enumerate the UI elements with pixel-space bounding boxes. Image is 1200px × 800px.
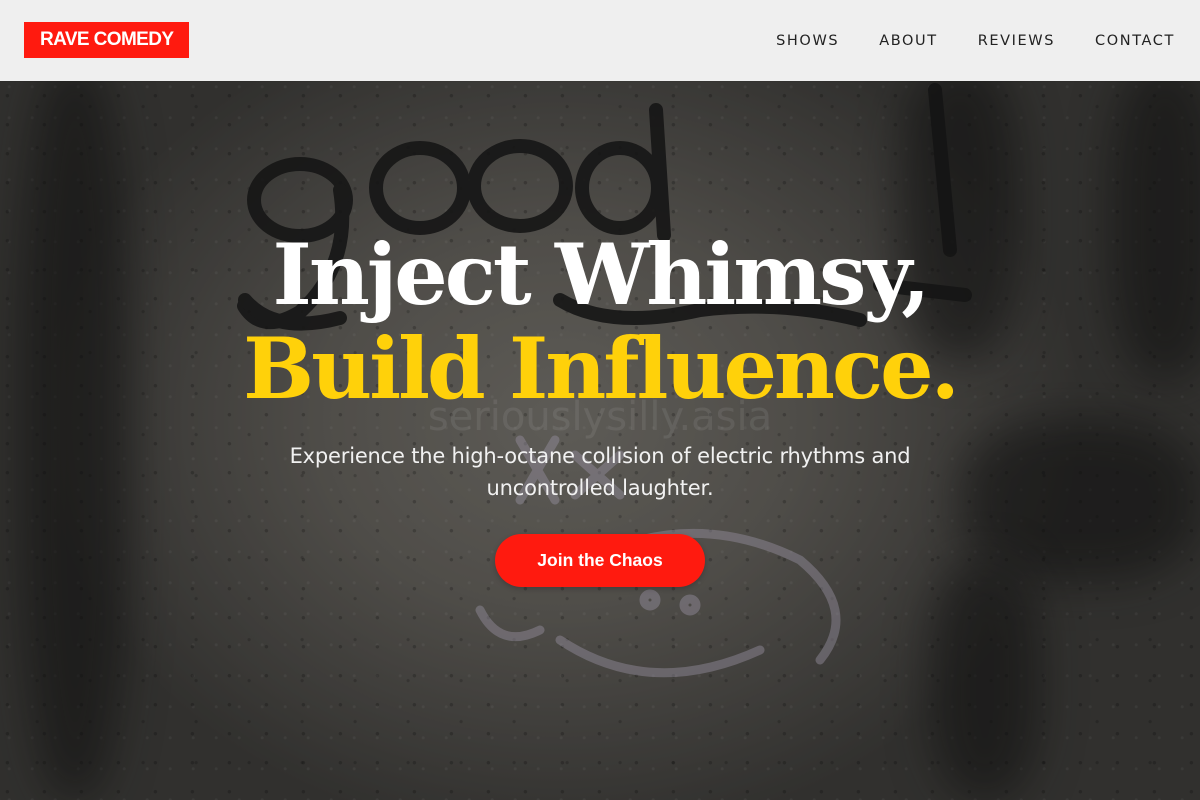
hero-subtitle: Experience the high-octane collision of … [289, 444, 911, 500]
site-header: RAVE COMEDY SHOWS ABOUT REVIEWS CONTACT [0, 0, 1200, 81]
nav-item-contact[interactable]: CONTACT [1095, 33, 1175, 49]
brand-logo[interactable]: RAVE COMEDY [24, 22, 190, 58]
nav-item-about[interactable]: ABOUT [879, 33, 938, 49]
nav-item-shows[interactable]: SHOWS [776, 33, 839, 49]
headline-line-2: Build Influence. [243, 319, 960, 418]
join-the-chaos-button[interactable]: Join the Chaos [495, 534, 705, 587]
hero-content: Inject Whimsy, Build Influence. Experien… [0, 228, 1200, 587]
nav-item-reviews[interactable]: REVIEWS [978, 33, 1055, 49]
hero-headline: Inject Whimsy, Build Influence. [0, 228, 1200, 416]
main-nav: SHOWS ABOUT REVIEWS CONTACT [776, 0, 1175, 81]
headline-line-1: Inject Whimsy, [272, 225, 931, 324]
